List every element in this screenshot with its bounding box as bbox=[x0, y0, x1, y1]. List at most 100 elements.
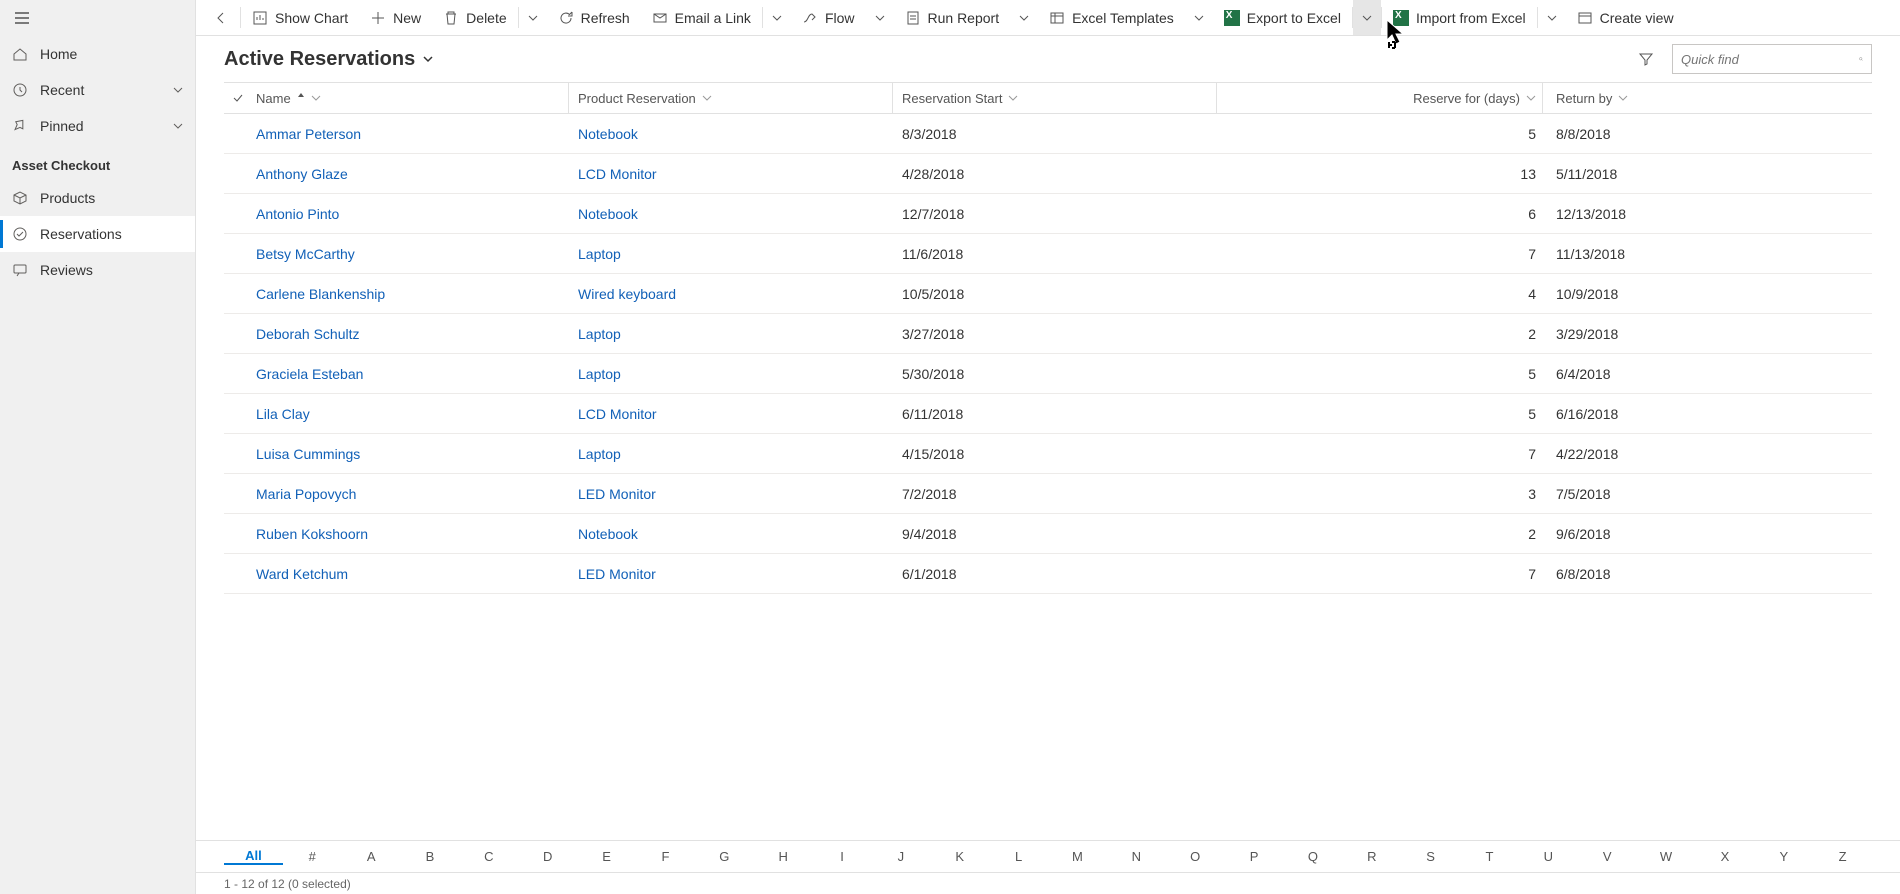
nav-home[interactable]: Home bbox=[0, 36, 195, 72]
grid-body[interactable]: Ammar Peterson Notebook 8/3/2018 5 8/8/2… bbox=[224, 114, 1872, 840]
filter-button[interactable] bbox=[1630, 43, 1662, 75]
alpha-c[interactable]: C bbox=[459, 849, 518, 864]
table-row[interactable]: Graciela Esteban Laptop 5/30/2018 5 6/4/… bbox=[224, 354, 1872, 394]
alpha-i[interactable]: I bbox=[813, 849, 872, 864]
table-row[interactable]: Ruben Kokshoorn Notebook 9/4/2018 2 9/6/… bbox=[224, 514, 1872, 554]
alpha-h[interactable]: H bbox=[754, 849, 813, 864]
alpha-q[interactable]: Q bbox=[1283, 849, 1342, 864]
product-link[interactable]: Laptop bbox=[578, 246, 621, 262]
alpha-v[interactable]: V bbox=[1578, 849, 1637, 864]
col-header-name[interactable]: Name bbox=[252, 91, 578, 106]
name-link[interactable]: Anthony Glaze bbox=[256, 166, 348, 182]
alpha-p[interactable]: P bbox=[1225, 849, 1284, 864]
alpha-b[interactable]: B bbox=[401, 849, 460, 864]
alpha-d[interactable]: D bbox=[518, 849, 577, 864]
view-title-dropdown[interactable]: Active Reservations bbox=[224, 48, 433, 71]
alpha-r[interactable]: R bbox=[1342, 849, 1401, 864]
col-header-start[interactable]: Reservation Start bbox=[902, 91, 1226, 106]
name-link[interactable]: Maria Popovych bbox=[256, 486, 356, 502]
select-all-checkbox[interactable] bbox=[224, 92, 252, 104]
product-link[interactable]: Laptop bbox=[578, 326, 621, 342]
product-link[interactable]: Notebook bbox=[578, 126, 638, 142]
nav-recent[interactable]: Recent bbox=[0, 72, 195, 108]
excel-templates-button[interactable]: Excel Templates bbox=[1038, 0, 1185, 35]
alpha-l[interactable]: L bbox=[989, 849, 1048, 864]
nav-products[interactable]: Products bbox=[0, 180, 195, 216]
alpha-o[interactable]: O bbox=[1166, 849, 1225, 864]
alpha-z[interactable]: Z bbox=[1813, 849, 1872, 864]
table-row[interactable]: Ward Ketchum LED Monitor 6/1/2018 7 6/8/… bbox=[224, 554, 1872, 594]
alpha-y[interactable]: Y bbox=[1754, 849, 1813, 864]
quick-find-input[interactable] bbox=[1681, 52, 1859, 67]
alpha-w[interactable]: W bbox=[1637, 849, 1696, 864]
alpha-all[interactable]: All bbox=[224, 848, 283, 865]
email-dropdown[interactable] bbox=[763, 0, 791, 35]
alpha-g[interactable]: G bbox=[695, 849, 754, 864]
table-row[interactable]: Carlene Blankenship Wired keyboard 10/5/… bbox=[224, 274, 1872, 314]
flow-button[interactable]: Flow bbox=[791, 0, 866, 35]
name-link[interactable]: Ruben Kokshoorn bbox=[256, 526, 368, 542]
alpha-u[interactable]: U bbox=[1519, 849, 1578, 864]
table-row[interactable]: Anthony Glaze LCD Monitor 4/28/2018 13 5… bbox=[224, 154, 1872, 194]
alpha-s[interactable]: S bbox=[1401, 849, 1460, 864]
delete-button[interactable]: Delete bbox=[432, 0, 517, 35]
name-link[interactable]: Lila Clay bbox=[256, 406, 310, 422]
name-link[interactable]: Graciela Esteban bbox=[256, 366, 363, 382]
product-link[interactable]: Notebook bbox=[578, 206, 638, 222]
name-link[interactable]: Deborah Schultz bbox=[256, 326, 360, 342]
alpha-a[interactable]: A bbox=[342, 849, 401, 864]
product-link[interactable]: LED Monitor bbox=[578, 566, 656, 582]
chevron-down-icon[interactable] bbox=[173, 118, 183, 134]
export-excel-button[interactable]: Export to Excel bbox=[1213, 0, 1352, 35]
email-link-button[interactable]: Email a Link bbox=[641, 0, 762, 35]
name-link[interactable]: Carlene Blankenship bbox=[256, 286, 385, 302]
alpha-#[interactable]: # bbox=[283, 849, 342, 864]
product-link[interactable]: Wired keyboard bbox=[578, 286, 676, 302]
export-excel-dropdown[interactable] bbox=[1353, 0, 1381, 35]
col-header-return[interactable]: Return by bbox=[1552, 91, 1872, 106]
show-chart-button[interactable]: Show Chart bbox=[241, 0, 359, 35]
alpha-x[interactable]: X bbox=[1695, 849, 1754, 864]
product-link[interactable]: Notebook bbox=[578, 526, 638, 542]
product-link[interactable]: Laptop bbox=[578, 446, 621, 462]
col-header-product[interactable]: Product Reservation bbox=[578, 91, 902, 106]
table-row[interactable]: Ammar Peterson Notebook 8/3/2018 5 8/8/2… bbox=[224, 114, 1872, 154]
alpha-k[interactable]: K bbox=[930, 849, 989, 864]
product-link[interactable]: LCD Monitor bbox=[578, 406, 657, 422]
nav-pinned[interactable]: Pinned bbox=[0, 108, 195, 144]
table-row[interactable]: Maria Popovych LED Monitor 7/2/2018 3 7/… bbox=[224, 474, 1872, 514]
alpha-e[interactable]: E bbox=[577, 849, 636, 864]
table-row[interactable]: Betsy McCarthy Laptop 11/6/2018 7 11/13/… bbox=[224, 234, 1872, 274]
alpha-t[interactable]: T bbox=[1460, 849, 1519, 864]
hamburger-button[interactable] bbox=[0, 0, 195, 36]
excel-templates-dropdown[interactable] bbox=[1185, 0, 1213, 35]
nav-reservations[interactable]: Reservations bbox=[0, 216, 195, 252]
product-link[interactable]: Laptop bbox=[578, 366, 621, 382]
alpha-j[interactable]: J bbox=[871, 849, 930, 864]
run-report-button[interactable]: Run Report bbox=[894, 0, 1011, 35]
alpha-m[interactable]: M bbox=[1048, 849, 1107, 864]
name-link[interactable]: Betsy McCarthy bbox=[256, 246, 355, 262]
run-report-dropdown[interactable] bbox=[1010, 0, 1038, 35]
new-button[interactable]: New bbox=[359, 0, 432, 35]
import-excel-button[interactable]: Import from Excel bbox=[1382, 0, 1537, 35]
back-button[interactable] bbox=[202, 0, 240, 35]
col-header-days[interactable]: Reserve for (days) bbox=[1226, 91, 1552, 106]
quick-find[interactable] bbox=[1672, 44, 1872, 74]
product-link[interactable]: LED Monitor bbox=[578, 486, 656, 502]
search-icon[interactable] bbox=[1859, 52, 1863, 66]
delete-dropdown[interactable] bbox=[519, 0, 547, 35]
name-link[interactable]: Luisa Cummings bbox=[256, 446, 360, 462]
nav-reviews[interactable]: Reviews bbox=[0, 252, 195, 288]
name-link[interactable]: Ammar Peterson bbox=[256, 126, 361, 142]
flow-dropdown[interactable] bbox=[866, 0, 894, 35]
product-link[interactable]: LCD Monitor bbox=[578, 166, 657, 182]
name-link[interactable]: Ward Ketchum bbox=[256, 566, 348, 582]
table-row[interactable]: Luisa Cummings Laptop 4/15/2018 7 4/22/2… bbox=[224, 434, 1872, 474]
create-view-button[interactable]: Create view bbox=[1566, 0, 1685, 35]
name-link[interactable]: Antonio Pinto bbox=[256, 206, 339, 222]
chevron-down-icon[interactable] bbox=[173, 82, 183, 98]
alpha-f[interactable]: F bbox=[636, 849, 695, 864]
table-row[interactable]: Deborah Schultz Laptop 3/27/2018 2 3/29/… bbox=[224, 314, 1872, 354]
refresh-button[interactable]: Refresh bbox=[547, 0, 641, 35]
